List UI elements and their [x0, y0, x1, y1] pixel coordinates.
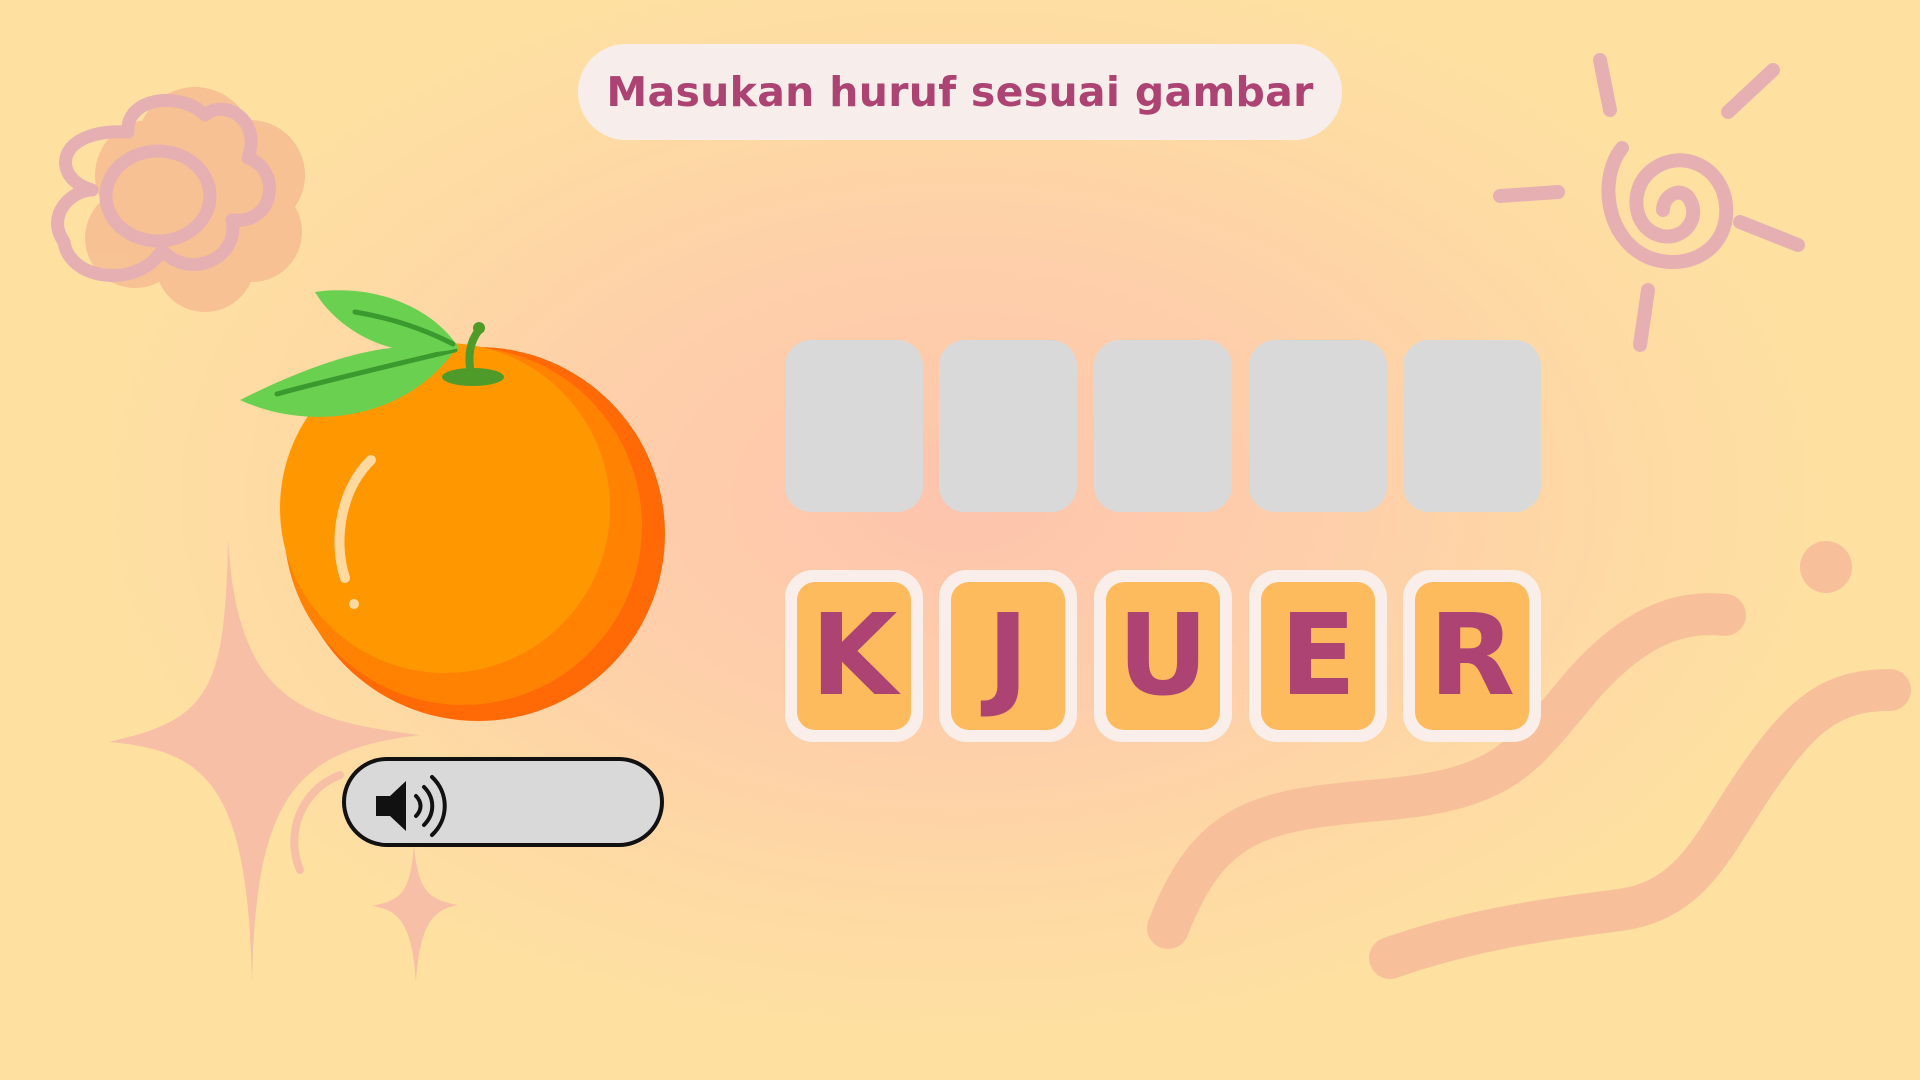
- orange-fruit-icon: [240, 290, 665, 721]
- flower-decoration: [51, 87, 305, 312]
- letter-tile-j[interactable]: J: [939, 570, 1077, 742]
- dot-decoration: [1800, 541, 1852, 593]
- letter-tile-label: E: [1279, 591, 1357, 721]
- sun-decoration: [1493, 53, 1805, 352]
- letter-tile-face: E: [1261, 582, 1375, 730]
- letter-tile-face: U: [1106, 582, 1220, 730]
- answer-slot-1[interactable]: [785, 340, 923, 512]
- orange-picture: [235, 282, 675, 732]
- letter-tile-label: K: [810, 591, 898, 721]
- letter-tile-r[interactable]: R: [1403, 570, 1541, 742]
- letter-tile-u[interactable]: U: [1094, 570, 1232, 742]
- answer-slots: [785, 340, 1541, 512]
- letter-tile-k[interactable]: K: [785, 570, 923, 742]
- answer-slot-4[interactable]: [1249, 340, 1387, 512]
- letter-tile-face: R: [1415, 582, 1529, 730]
- letter-tile-label: R: [1428, 591, 1516, 721]
- instruction-banner: Masukan huruf sesuai gambar: [578, 44, 1342, 140]
- speaker-icon: [376, 775, 447, 837]
- letter-tile-e[interactable]: E: [1249, 570, 1387, 742]
- audio-play-button[interactable]: [342, 757, 664, 847]
- swirl-decoration: [290, 771, 344, 874]
- answer-slot-2[interactable]: [939, 340, 1077, 512]
- instruction-text: Masukan huruf sesuai gambar: [606, 68, 1314, 116]
- letter-tile-face: K: [797, 582, 911, 730]
- answer-slot-3[interactable]: [1094, 340, 1232, 512]
- answer-slot-5[interactable]: [1403, 340, 1541, 512]
- letter-tiles: K J U E R: [785, 570, 1541, 742]
- letter-tile-label: J: [987, 591, 1029, 721]
- letter-tile-face: J: [951, 582, 1065, 730]
- letter-tile-label: U: [1117, 591, 1209, 721]
